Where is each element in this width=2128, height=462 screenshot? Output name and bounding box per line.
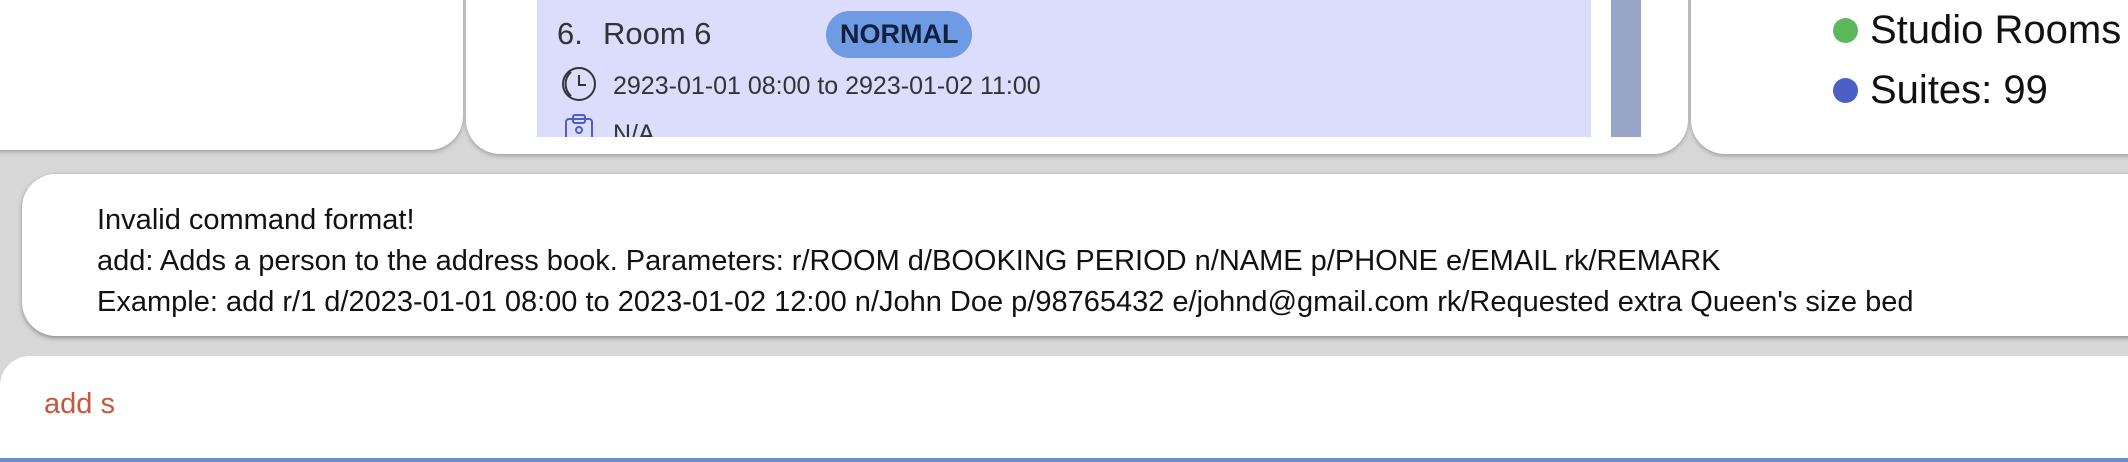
- clipboard-icon: [559, 112, 599, 137]
- legend-dot-blue-icon: [1833, 78, 1858, 103]
- command-input[interactable]: [44, 388, 1944, 421]
- remark-row: N/A: [559, 112, 655, 137]
- remark-text: N/A: [613, 119, 655, 138]
- booking-list-panel: 6. Room 6 NORMAL 2923-01-01 08:00 to 292…: [466, 0, 1688, 154]
- result-display: Invalid command format! add: Adds a pers…: [22, 174, 2128, 336]
- bottom-bar: [0, 458, 2128, 462]
- room-stats-panel: Studio Rooms Suites: 99: [1691, 0, 2128, 154]
- booking-period: 2923-01-01 08:00 to 2923-01-02 11:00: [613, 71, 1041, 100]
- booking-card[interactable]: 6. Room 6 NORMAL 2923-01-01 08:00 to 292…: [537, 0, 1591, 137]
- room-header: 6. Room 6 NORMAL: [557, 4, 973, 64]
- legend-label: Suites: 99: [1870, 68, 2048, 112]
- legend-item-studio-rooms: Studio Rooms: [1833, 8, 2121, 53]
- room-name: Room 6: [603, 16, 712, 51]
- legend-label: Studio Rooms: [1870, 8, 2122, 52]
- left-panel: [0, 0, 463, 150]
- status-badge: NORMAL: [826, 10, 973, 58]
- result-message: Invalid command format! add: Adds a pers…: [97, 204, 1914, 318]
- booking-period-row: 2923-01-01 08:00 to 2923-01-02 11:00: [559, 64, 1041, 108]
- command-box: [0, 356, 2128, 458]
- legend-item-suites: Suites: 99: [1833, 68, 2048, 113]
- booking-index: 6.: [557, 16, 583, 51]
- legend-dot-green-icon: [1833, 18, 1858, 43]
- clock-icon: [559, 64, 599, 109]
- list-scrollbar-thumb[interactable]: [1611, 0, 1641, 137]
